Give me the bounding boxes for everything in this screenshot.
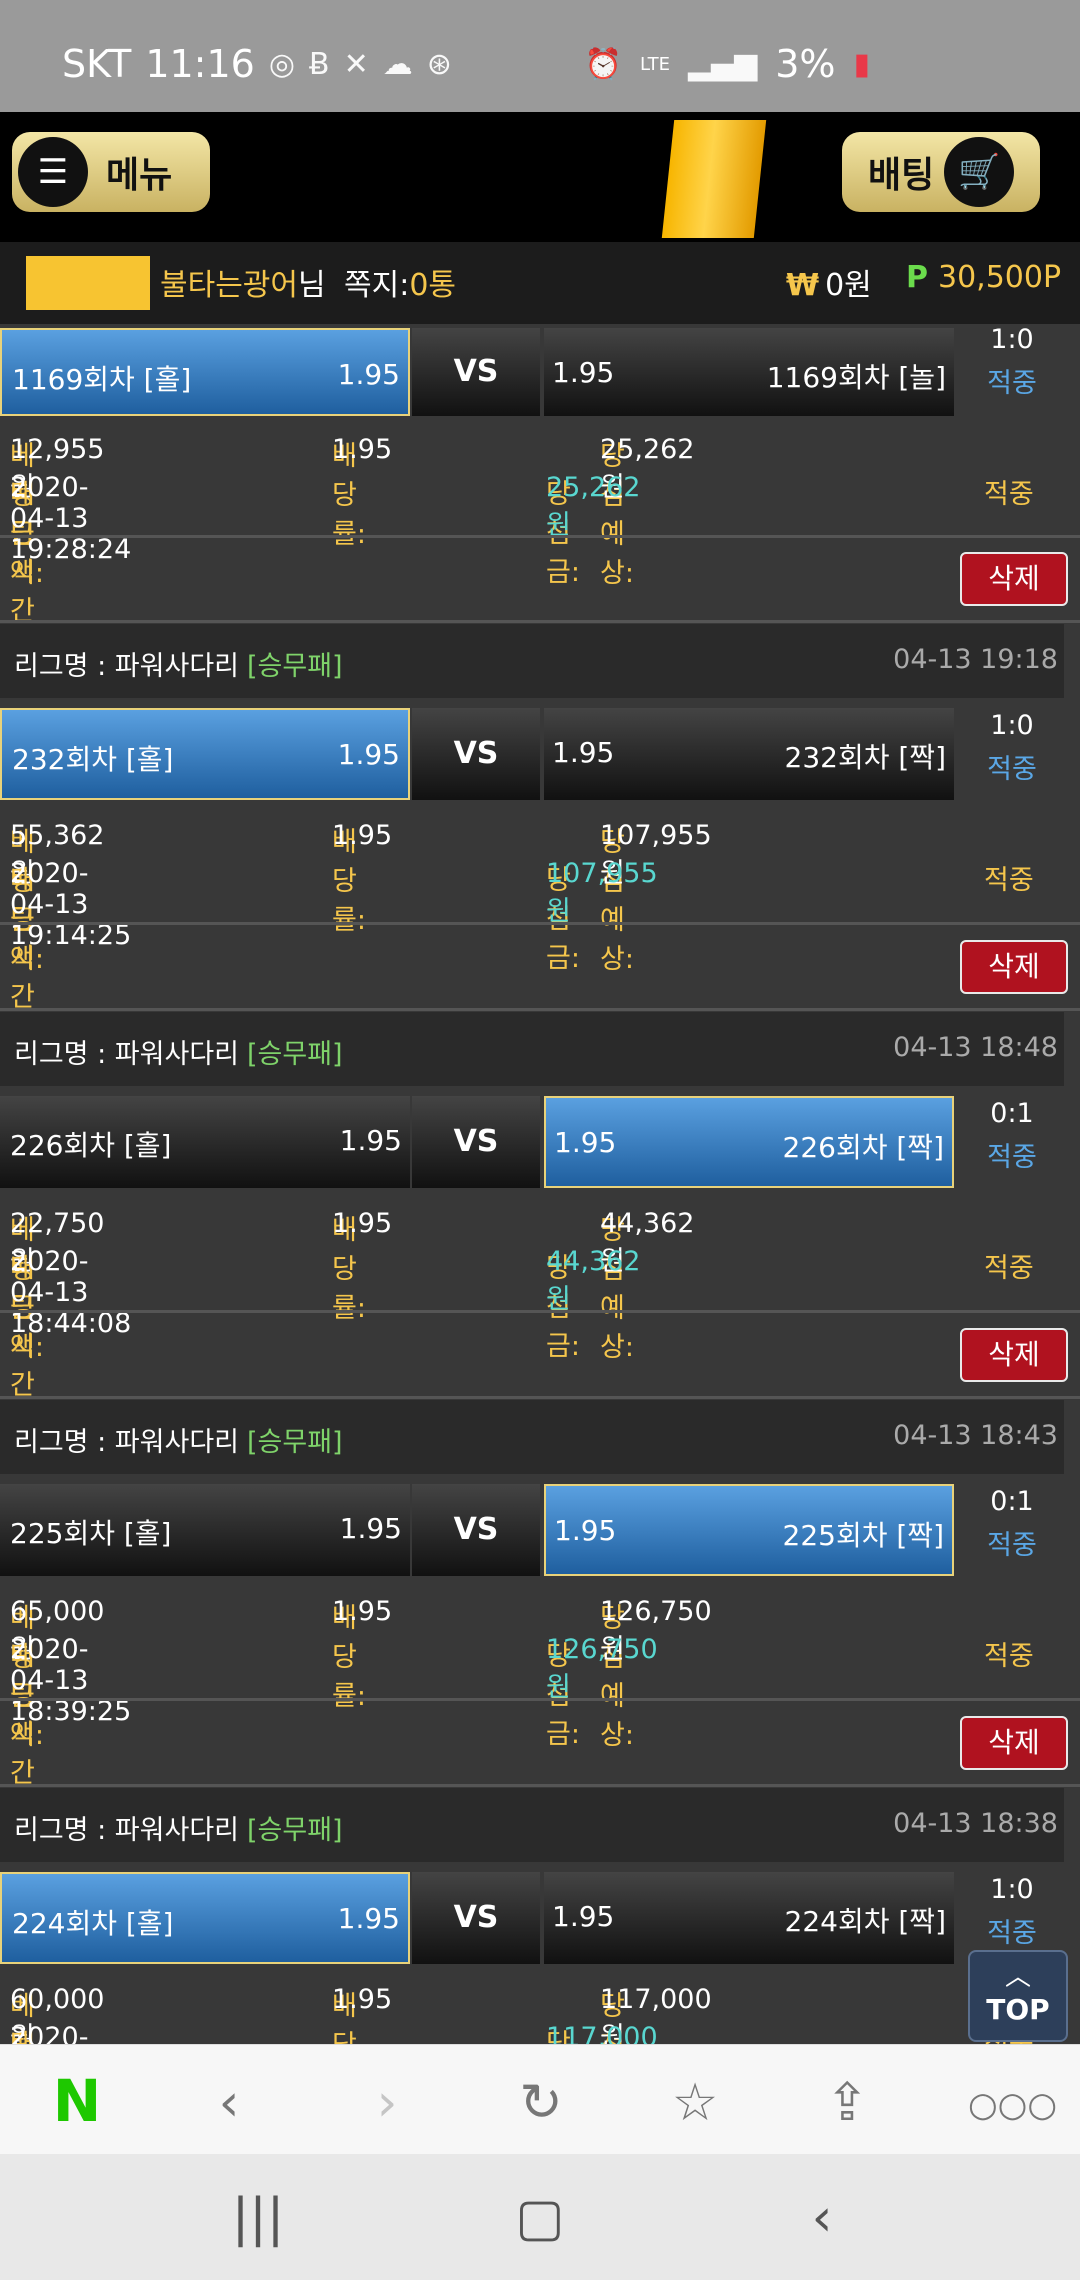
divider <box>0 1310 1080 1313</box>
league-time: 04-13 18:48 <box>893 1032 1058 1063</box>
signal-icon: ▂▄▆ <box>687 46 758 82</box>
delete-bar: 삭제 <box>0 538 1080 620</box>
battery-level: 3% <box>775 42 836 86</box>
divider <box>0 1008 1080 1011</box>
recents-icon[interactable]: ||| <box>218 2188 298 2248</box>
score-box: 1:0 적중 <box>987 324 1037 399</box>
match-row: 232회차 [홀] 1.95 VS 1.95 232회차 [짝] 1:0 적중 <box>0 708 1080 800</box>
away-pick[interactable]: 1.95 224회차 [짝] <box>544 1872 954 1964</box>
vs-label: VS <box>412 1096 540 1188</box>
match-row: 225회차 [홀] 1.95 VS 1.95 225회차 [짝] 0:1 적중 <box>0 1484 1080 1576</box>
forward-icon[interactable]: › <box>352 2073 422 2133</box>
point-icon: P <box>906 260 928 295</box>
menu-label: 메뉴 <box>106 155 173 196</box>
cash-balance: ₩0원 <box>786 268 872 303</box>
mute-icon: ✕ <box>343 46 369 82</box>
won-icon: ₩ <box>786 268 820 303</box>
cart-icon: 🛒 <box>944 137 1015 207</box>
divider <box>0 620 1080 623</box>
battery-low-icon: ▮ <box>853 46 870 82</box>
betslip-button[interactable]: 배팅 🛒 <box>842 132 1040 212</box>
delete-bar: 삭제 <box>0 926 1080 1008</box>
point-balance: P 30,500P <box>906 260 1062 295</box>
home-pick[interactable]: 1169회차 [홀] 1.95 <box>0 328 410 416</box>
menu-button[interactable]: ☰ 메뉴 <box>12 132 210 212</box>
cloud-icon: ☁ <box>382 46 413 82</box>
more-icon[interactable]: ○○○ <box>968 2085 1057 2125</box>
system-nav-bar: ||| ▢ ‹ <box>0 2154 1080 2280</box>
league-header: 리그명 : 파워사다리 [승무패] 04-13 19:18 <box>0 624 1064 698</box>
carrier: SKT <box>62 42 132 86</box>
away-pick[interactable]: 1.95 1169회차 [놀] <box>544 328 954 416</box>
vs-label: VS <box>412 1872 540 1964</box>
home-icon[interactable]: ▢ <box>500 2188 580 2248</box>
divider <box>0 1698 1080 1701</box>
score-box: 1:0 적중 <box>987 710 1037 785</box>
back-nav-icon[interactable]: ‹ <box>782 2188 862 2248</box>
delete-button[interactable]: 삭제 <box>960 940 1068 994</box>
score-box: 1:0 적중 <box>987 1874 1037 1949</box>
vs-label: VS <box>412 708 540 800</box>
memo-link[interactable]: 쪽지:0통 <box>344 260 456 304</box>
home-pick[interactable]: 224회차 [홀] 1.95 <box>0 1872 410 1964</box>
bet-label: 배팅 <box>868 155 935 196</box>
bet-info: 베팅금액: 65,000원 배당률: 1.95 당첨예상: 126,750원 배팅… <box>10 1596 1034 1821</box>
divider <box>0 922 1080 925</box>
share-icon[interactable]: ⇪ <box>812 2073 882 2133</box>
match-row: 1169회차 [홀] 1.95 VS 1.95 1169회차 [놀] 1:0 적… <box>0 324 1080 416</box>
bet-info: 베팅금액: 22,750원 배당률: 1.95 당첨예상: 44,362원 배팅시… <box>10 1208 1034 1433</box>
network-label: LTE <box>640 53 670 75</box>
away-pick[interactable]: 1.95 226회차 [짝] <box>544 1096 954 1188</box>
delete-bar: 삭제 <box>0 1314 1080 1396</box>
back-icon[interactable]: ‹ <box>194 2073 264 2133</box>
vs-label: VS <box>412 328 540 416</box>
browser-toolbar: N ‹ › ↻ ☆ ⇪ ○○○ <box>0 2044 1080 2154</box>
bet-info: 베팅금액: 55,362원 배당률: 1.95 당첨예상: 107,955원 배팅… <box>10 820 1034 1045</box>
list-icon: ☰ <box>18 137 88 207</box>
league-header: 리그명 : 파워사다리 [승무패] 04-13 18:48 <box>0 1012 1064 1086</box>
refresh-icon[interactable]: ↻ <box>506 2073 576 2133</box>
user-bar: 불타는광어님 쪽지:0통 ₩0원 P 30,500P <box>0 242 1080 324</box>
away-pick[interactable]: 1.95 225회차 [짝] <box>544 1484 954 1576</box>
delete-bar: 삭제 <box>0 1702 1080 1784</box>
site-header: ☰ 메뉴 배팅 🛒 <box>0 112 1080 242</box>
divider <box>0 1396 1080 1399</box>
divider <box>0 1784 1080 1787</box>
match-row: 224회차 [홀] 1.95 VS 1.95 224회차 [짝] 1:0 적중 <box>0 1872 1080 1964</box>
app-icon: ⊛ <box>426 46 452 82</box>
site-logo[interactable] <box>661 120 767 238</box>
league-header: 리그명 : 파워사다리 [승무패] 04-13 18:38 <box>0 1788 1064 1862</box>
bookmark-star-icon[interactable]: ☆ <box>660 2073 730 2133</box>
score-box: 0:1 적중 <box>987 1098 1037 1173</box>
score-box: 0:1 적중 <box>987 1486 1037 1561</box>
screen: { "status_bar": {"carrier": "SKT", "time… <box>0 0 1080 2280</box>
alarm-icon: ⏰ <box>584 46 623 82</box>
league-time: 04-13 18:38 <box>893 1808 1058 1839</box>
league-time: 04-13 19:18 <box>893 644 1058 675</box>
level-badge <box>26 256 150 310</box>
match-row: 226회차 [홀] 1.95 VS 1.95 226회차 [짝] 0:1 적중 <box>0 1096 1080 1188</box>
scroll-top-button[interactable]: ︿ TOP <box>968 1950 1068 2042</box>
username[interactable]: 불타는광어님 <box>160 260 326 304</box>
clock: 11:16 <box>145 42 255 86</box>
vs-label: VS <box>412 1484 540 1576</box>
chevron-up-icon: ︿ <box>1004 1962 1031 1992</box>
away-pick[interactable]: 1.95 232회차 [짝] <box>544 708 954 800</box>
naver-home-icon[interactable]: N <box>42 2067 112 2135</box>
league-header: 리그명 : 파워사다리 [승무패] 04-13 18:43 <box>0 1400 1064 1474</box>
delete-button[interactable]: 삭제 <box>960 1328 1068 1382</box>
delete-button[interactable]: 삭제 <box>960 552 1068 606</box>
bet-info: 베팅금액: 12,955원 배당률: 1.95 당첨예상: 25,262원 배팅시… <box>10 434 1034 659</box>
league-time: 04-13 18:43 <box>893 1420 1058 1451</box>
home-pick[interactable]: 226회차 [홀] 1.95 <box>0 1096 410 1188</box>
b-app-icon: Ƀ <box>309 46 330 82</box>
sync-icon: ◎ <box>268 46 296 82</box>
status-bar: SKT 11:16 ◎ Ƀ ✕ ☁ ⊛ ⏰ LTE ▂▄▆ 3% ▮ <box>0 0 1080 112</box>
delete-button[interactable]: 삭제 <box>960 1716 1068 1770</box>
home-pick[interactable]: 232회차 [홀] 1.95 <box>0 708 410 800</box>
home-pick[interactable]: 225회차 [홀] 1.95 <box>0 1484 410 1576</box>
